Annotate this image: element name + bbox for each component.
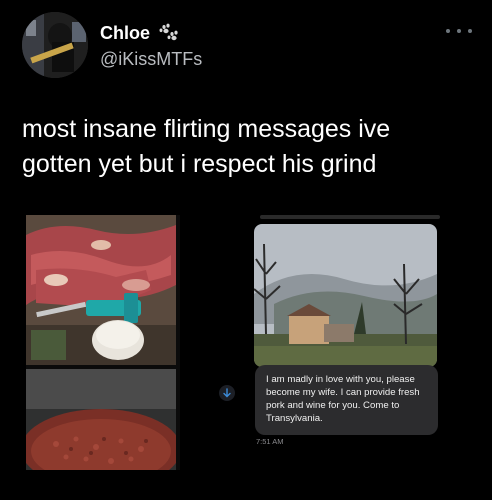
chat-message-text: I am madly in love with you, please beco… [266,374,420,424]
tweet: Chloe @iKissMTFs most insane flirting me… [0,0,492,500]
paw-prints-icon [158,22,180,44]
display-name[interactable]: Chloe [100,23,150,44]
message-timestamp: 7:51 AM [256,437,284,446]
meat-on-table-photo[interactable] [26,215,176,365]
ground-meat-photo[interactable] [26,369,176,470]
tweet-text: most insane flirting messages ive gotten… [22,115,391,178]
avatar-image [22,12,88,78]
transylvania-landscape-photo[interactable] [254,224,437,367]
avatar[interactable] [22,12,88,78]
user-handle[interactable]: @iKissMTFs [100,49,202,70]
chat-message-bubble: I am madly in love with you, please beco… [255,365,438,435]
arrow-down-icon[interactable] [219,385,235,401]
more-options-icon[interactable] [446,26,472,36]
